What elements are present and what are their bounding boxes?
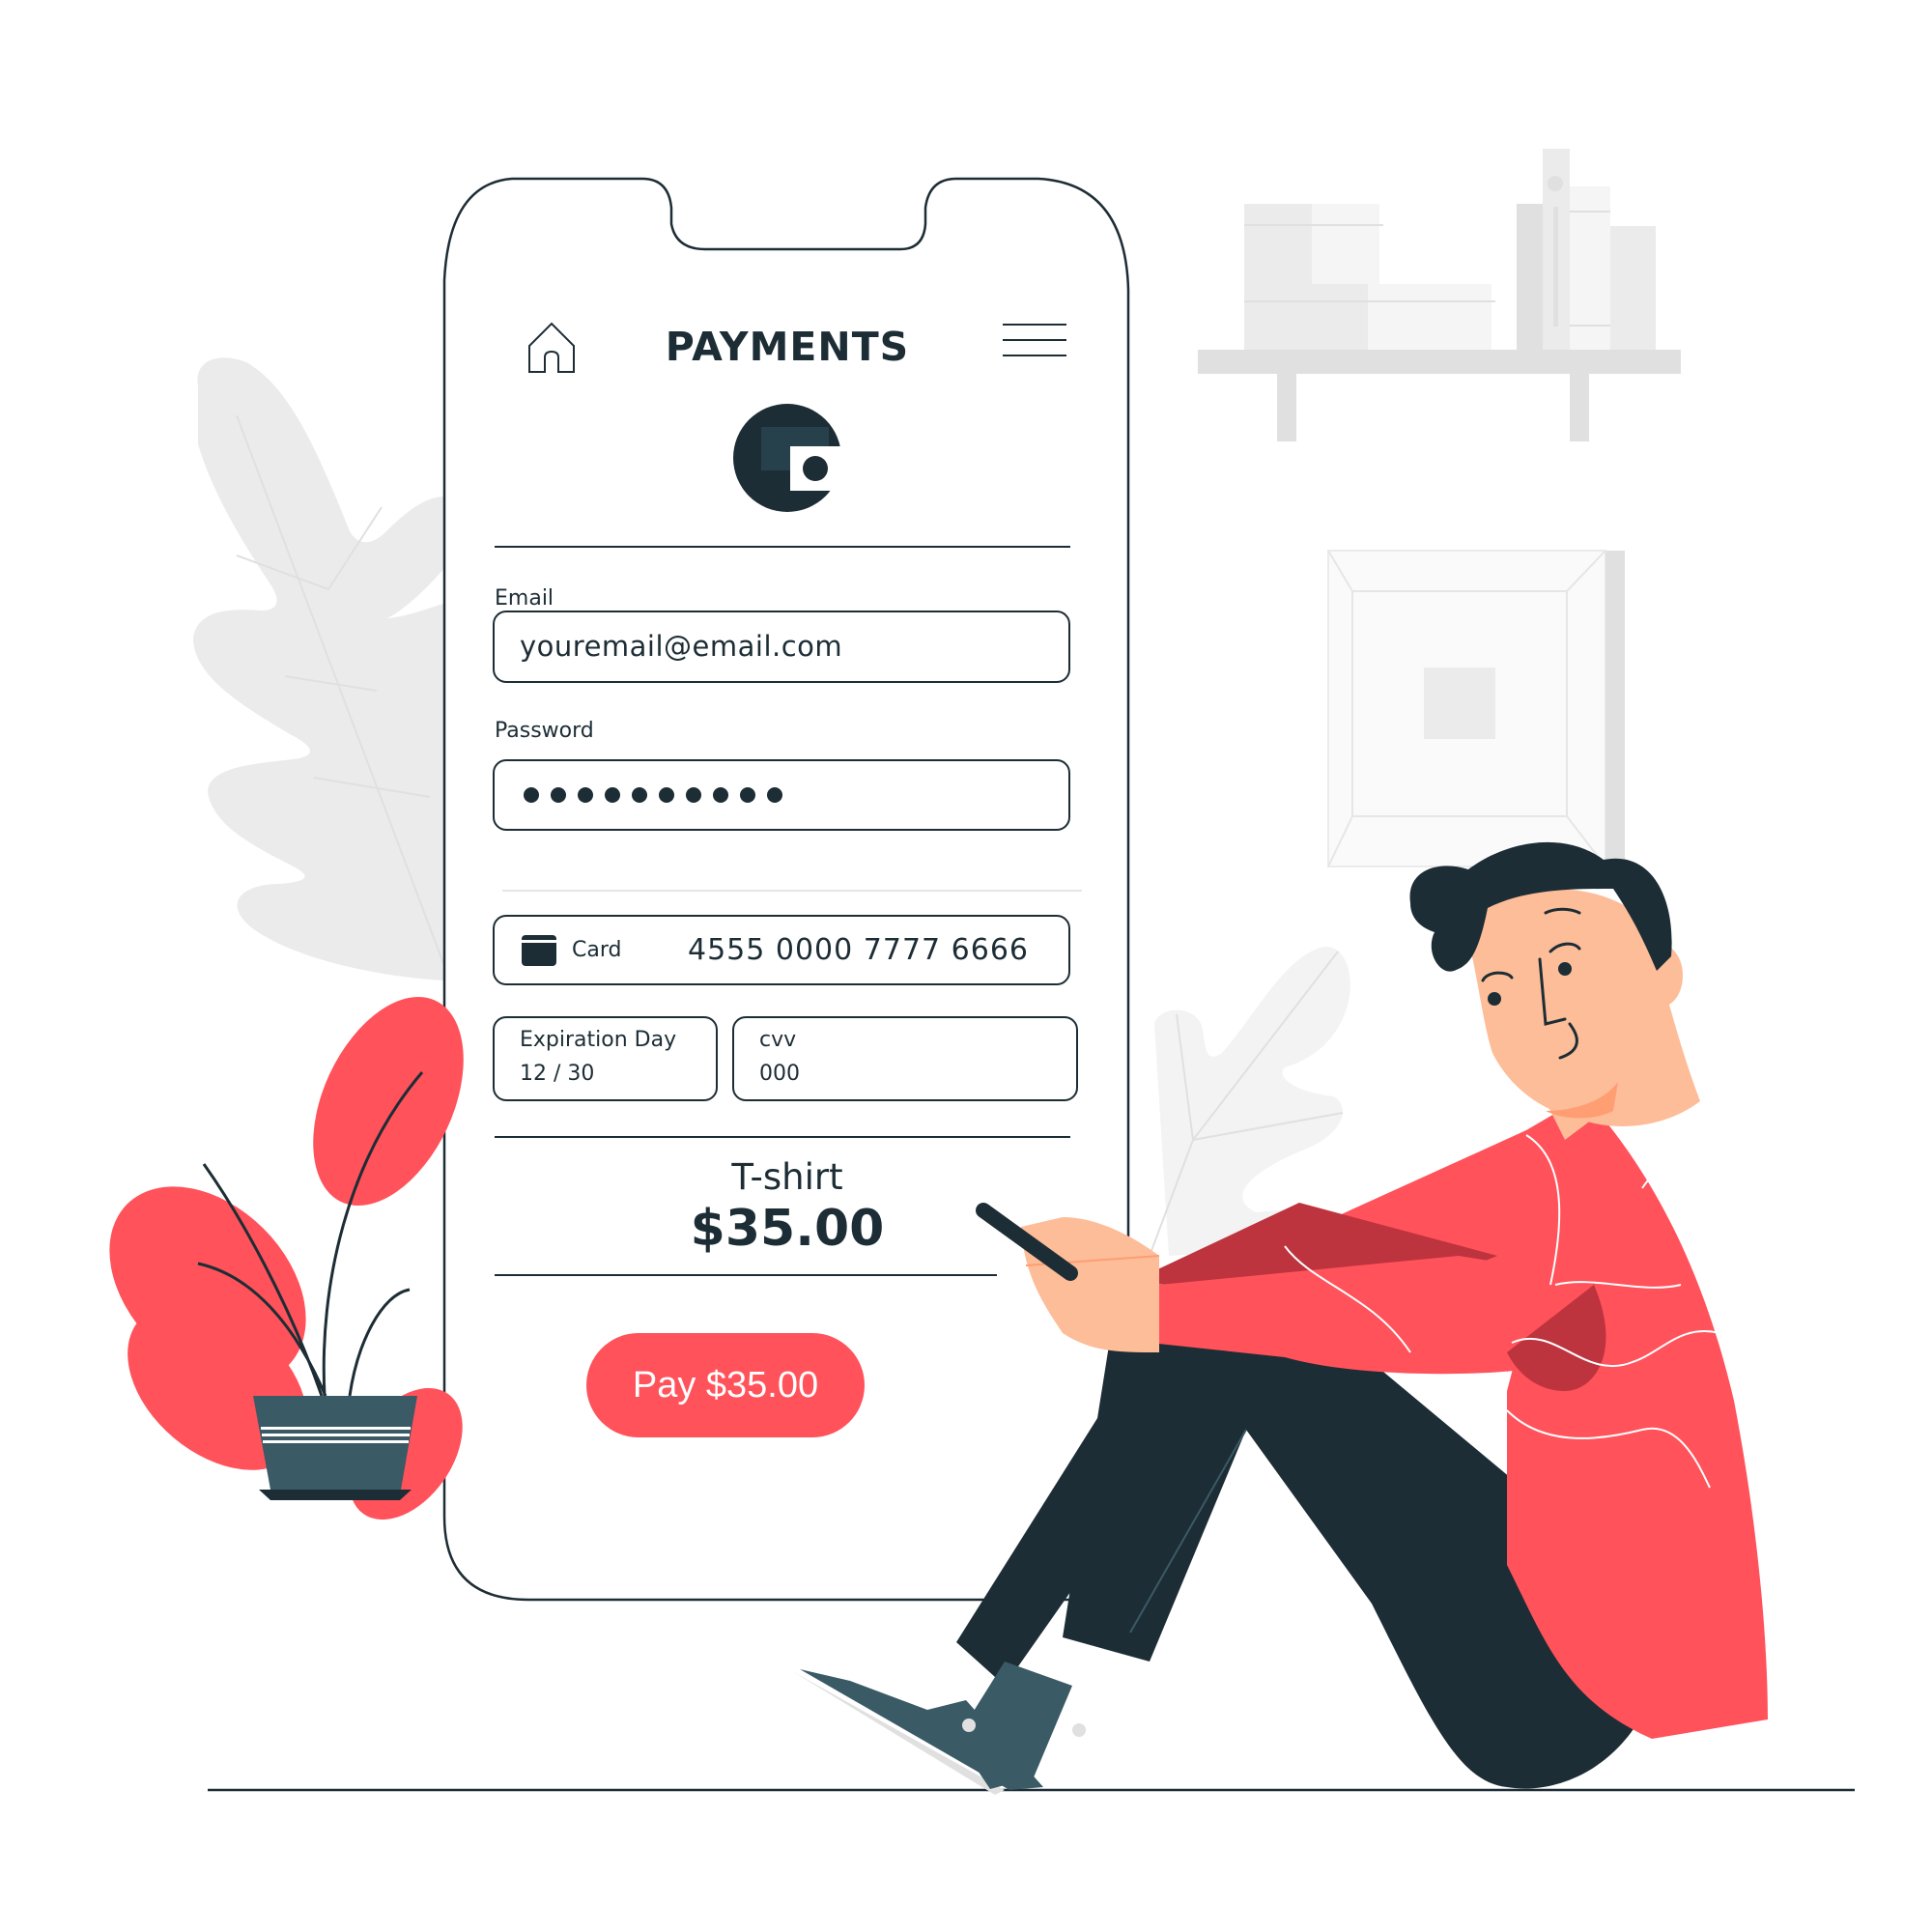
item-name: T-shirt [731, 1156, 843, 1198]
form-divider [502, 890, 1082, 892]
password-mask-dot [713, 787, 728, 803]
page-title: PAYMENTS [665, 324, 910, 370]
password-mask-dot [740, 787, 755, 803]
password-mask-dot [632, 787, 647, 803]
expiration-value: 12 / 30 [520, 1062, 595, 1086]
menu-line [1003, 324, 1066, 326]
expiration-label: Expiration Day [520, 1028, 677, 1052]
wallet-icon [733, 404, 848, 512]
header-divider [495, 546, 1070, 548]
wall-picture-frame [1327, 550, 1625, 867]
card-number-input[interactable]: Card 4555 0000 7777 6666 [493, 915, 1070, 985]
credit-card-icon [522, 934, 556, 966]
hamburger-menu-button[interactable] [1003, 319, 1066, 361]
card-number-value: 4555 0000 7777 6666 [688, 933, 1029, 967]
menu-line [1003, 339, 1066, 341]
password-mask-dot [659, 787, 674, 803]
potted-plant [109, 996, 464, 1520]
expiration-input[interactable]: Expiration Day 12 / 30 [493, 1016, 718, 1101]
pay-button[interactable]: Pay $35.00 [586, 1333, 865, 1437]
password-label: Password [495, 719, 594, 743]
password-input[interactable] [493, 759, 1070, 831]
password-mask-dot [551, 787, 566, 803]
password-mask-dot [524, 787, 539, 803]
password-mask-dot [686, 787, 701, 803]
email-input[interactable]: youremail@email.com [493, 611, 1070, 683]
cvv-value: 000 [759, 1062, 800, 1086]
background-leaf-left [193, 357, 471, 980]
password-mask-dot [578, 787, 593, 803]
summary-divider-bottom [495, 1274, 997, 1276]
password-mask-dot [605, 787, 620, 803]
wall-shelf [1198, 149, 1681, 441]
password-mask-dot [767, 787, 782, 803]
card-label: Card [572, 938, 622, 962]
cvv-label: cvv [759, 1028, 797, 1052]
item-price: $35.00 [690, 1200, 885, 1258]
email-label: Email [495, 586, 554, 611]
cvv-input[interactable]: cvv 000 [732, 1016, 1078, 1101]
home-button[interactable] [522, 319, 582, 379]
home-icon [528, 322, 575, 373]
summary-divider-top [495, 1136, 1070, 1138]
menu-line [1003, 355, 1066, 356]
